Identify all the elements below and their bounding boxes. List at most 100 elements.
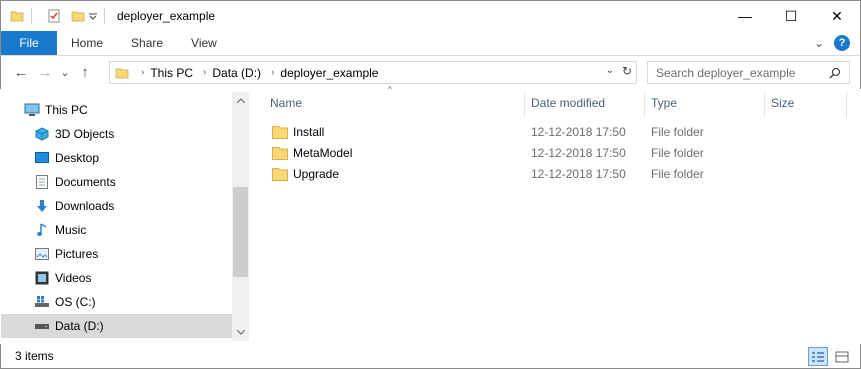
file-name-cell: MetaModel [272,142,352,163]
customize-quick-access-icon[interactable] [88,8,98,24]
refresh-icon[interactable]: ↻ [622,64,632,78]
title-bar: deployer_example — ☐ ✕ [0,0,861,31]
pictures-icon [34,246,50,262]
file-name: MetaModel [293,145,353,160]
videos-icon [34,270,50,286]
sidebar-item-label: Data (D:) [55,319,104,333]
properties-icon[interactable] [46,8,62,24]
sidebar-item-downloads[interactable]: Downloads [1,194,232,218]
file-date: 12-12-2018 17:50 [531,166,626,181]
breadcrumb-this-pc[interactable]: This PC [150,66,193,80]
file-type: File folder [651,145,704,160]
column-header-date-modified[interactable]: Date modified [531,92,641,114]
details-view-icon[interactable] [808,347,828,366]
scroll-up-icon[interactable] [232,92,249,109]
column-divider[interactable] [644,92,645,118]
column-divider[interactable] [846,92,847,118]
documents-icon [34,174,50,190]
downloads-icon [34,198,50,214]
breadcrumb-separator[interactable]: › [141,67,144,78]
desktop-icon [34,150,50,166]
column-header-size[interactable]: Size [771,92,831,114]
navigation-bar: ← → ⌄ ↑ › This PC › Data (D:) › deployer… [0,56,861,89]
cube-icon [34,126,50,142]
sidebar-item-music[interactable]: Music [1,218,232,242]
sidebar-item-label: This PC [45,103,88,117]
window-controls: — ☐ ✕ [722,1,860,31]
sidebar-item-os-c[interactable]: OS (C:) [1,290,232,314]
ribbon-tabs: File Home Share View ⌄ ? [0,31,861,56]
file-row-metamodel[interactable]: MetaModel 12-12-2018 17:50 File folder [268,142,788,163]
expand-ribbon-icon[interactable]: ⌄ [814,36,824,50]
sidebar-item-videos[interactable]: Videos [1,266,232,290]
sidebar-item-this-pc[interactable]: This PC [1,98,232,122]
sidebar-item-desktop[interactable]: Desktop [1,146,232,170]
address-bar[interactable]: › This PC › Data (D:) › deployer_example… [109,61,637,84]
breadcrumb-separator[interactable]: › [271,67,274,78]
recent-locations-button[interactable]: ⌄ [57,61,73,85]
navigation-pane: This PC 3D Objects Desktop Documents Dow… [1,92,232,341]
help-icon[interactable]: ? [834,35,850,51]
folder-icon [272,146,288,160]
computer-icon [24,102,40,118]
address-dropdown-icon[interactable]: ⌄ [606,65,614,76]
sidebar-item-data-d[interactable]: Data (D:) [1,314,232,338]
column-divider[interactable] [524,92,525,118]
divider [104,8,105,24]
sidebar-item-label: Pictures [55,247,99,261]
breadcrumb-data-d[interactable]: Data (D:) [212,66,261,80]
new-folder-icon[interactable] [70,8,86,24]
large-icons-view-icon[interactable] [832,347,852,366]
column-header-type[interactable]: Type [651,92,761,114]
file-name-cell: Upgrade [272,163,339,184]
sidebar-item-documents[interactable]: Documents [1,170,232,194]
forward-button[interactable]: → [33,61,57,85]
folder-icon [272,167,288,181]
tab-file[interactable]: File [1,31,57,55]
folder-icon [272,125,288,139]
sidebar-item-label: Downloads [55,199,115,213]
file-name: Install [293,124,325,139]
tab-view[interactable]: View [177,31,231,55]
search-icon[interactable] [829,67,854,82]
maximize-button[interactable]: ☐ [768,1,814,31]
navigation-scrollbar[interactable] [232,92,249,341]
column-divider[interactable] [764,92,765,118]
scroll-down-icon[interactable] [232,324,249,341]
sidebar-item-label: Documents [55,175,116,189]
sidebar-item-label: OS (C:) [55,295,96,309]
view-toggle [808,347,852,366]
status-bar: 3 items [0,344,861,369]
sidebar-item-label: Music [55,223,87,237]
sidebar-item-label: 3D Objects [55,127,115,141]
close-button[interactable]: ✕ [814,1,860,31]
breadcrumb-separator[interactable]: › [203,67,206,78]
column-header-name[interactable]: Name [270,92,520,114]
file-row-upgrade[interactable]: Upgrade 12-12-2018 17:50 File folder [268,163,788,184]
file-date: 12-12-2018 17:50 [531,145,626,160]
divider [31,8,32,24]
file-type: File folder [651,124,704,139]
file-row-install[interactable]: Install 12-12-2018 17:50 File folder [268,121,788,142]
search-input[interactable]: Search deployer_example [647,61,850,84]
up-button[interactable]: ↑ [73,61,97,85]
file-date: 12-12-2018 17:50 [531,124,626,139]
tab-home[interactable]: Home [57,31,117,55]
sidebar-item-label: Desktop [55,151,100,165]
file-name: Upgrade [293,166,340,181]
window-title: deployer_example [117,9,216,23]
tab-share[interactable]: Share [117,31,177,55]
sidebar-item-3d-objects[interactable]: 3D Objects [1,122,232,146]
scrollbar-thumb[interactable] [233,187,248,277]
breadcrumb-deployer-example[interactable]: deployer_example [280,66,378,80]
drive-windows-icon [34,294,50,310]
minimize-button[interactable]: — [722,1,768,31]
drive-icon [34,318,50,334]
back-button[interactable]: ← [9,61,33,85]
sidebar-item-label: Videos [55,271,92,285]
ribbon-controls: ⌄ ? [814,35,850,51]
file-name-cell: Install [272,121,324,142]
item-count: 3 items [15,349,54,363]
sidebar-item-pictures[interactable]: Pictures [1,242,232,266]
folder-icon[interactable] [9,8,25,24]
